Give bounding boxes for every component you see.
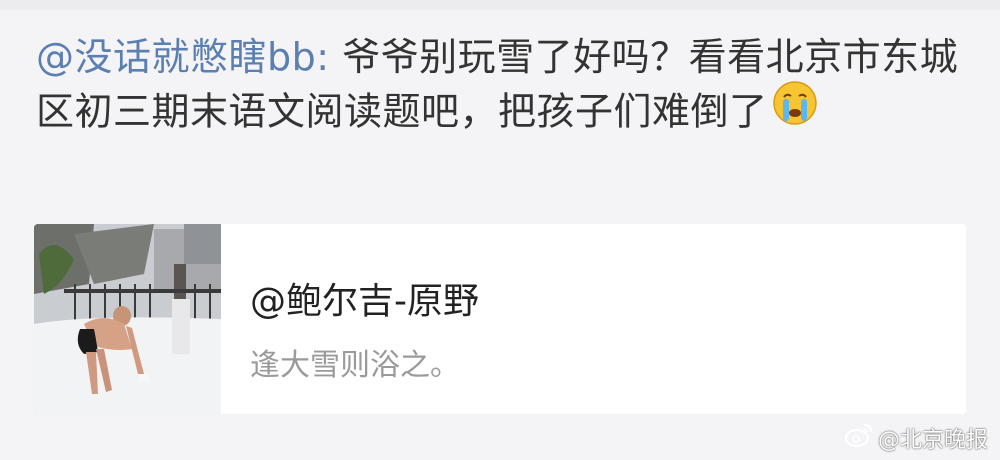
mention-link[interactable]: @没话就憋瞎bb: [36,35,330,79]
original-post-card[interactable]: @鲍尔吉-原野 逢大雪则浴之。 [34,224,966,414]
crying-face-icon [772,80,818,140]
repost-content: @没话就憋瞎bb: 爷爷别玩雪了好吗？看看北京市东城区初三期末语文阅读题吧，把孩… [36,30,966,144]
weibo-logo-icon [844,422,874,454]
original-post-text: 逢大雪则浴之。 [250,348,460,383]
weibo-repost: @没话就憋瞎bb: 爷爷别玩雪了好吗？看看北京市东城区初三期末语文阅读题吧，把孩… [0,0,1000,460]
watermark: @北京晚报 [844,422,988,454]
watermark-text: @北京晚报 [877,428,988,453]
thumbnail-image[interactable] [34,224,221,414]
original-author-name[interactable]: @鲍尔吉-原野 [250,272,479,324]
top-divider [0,0,1000,10]
